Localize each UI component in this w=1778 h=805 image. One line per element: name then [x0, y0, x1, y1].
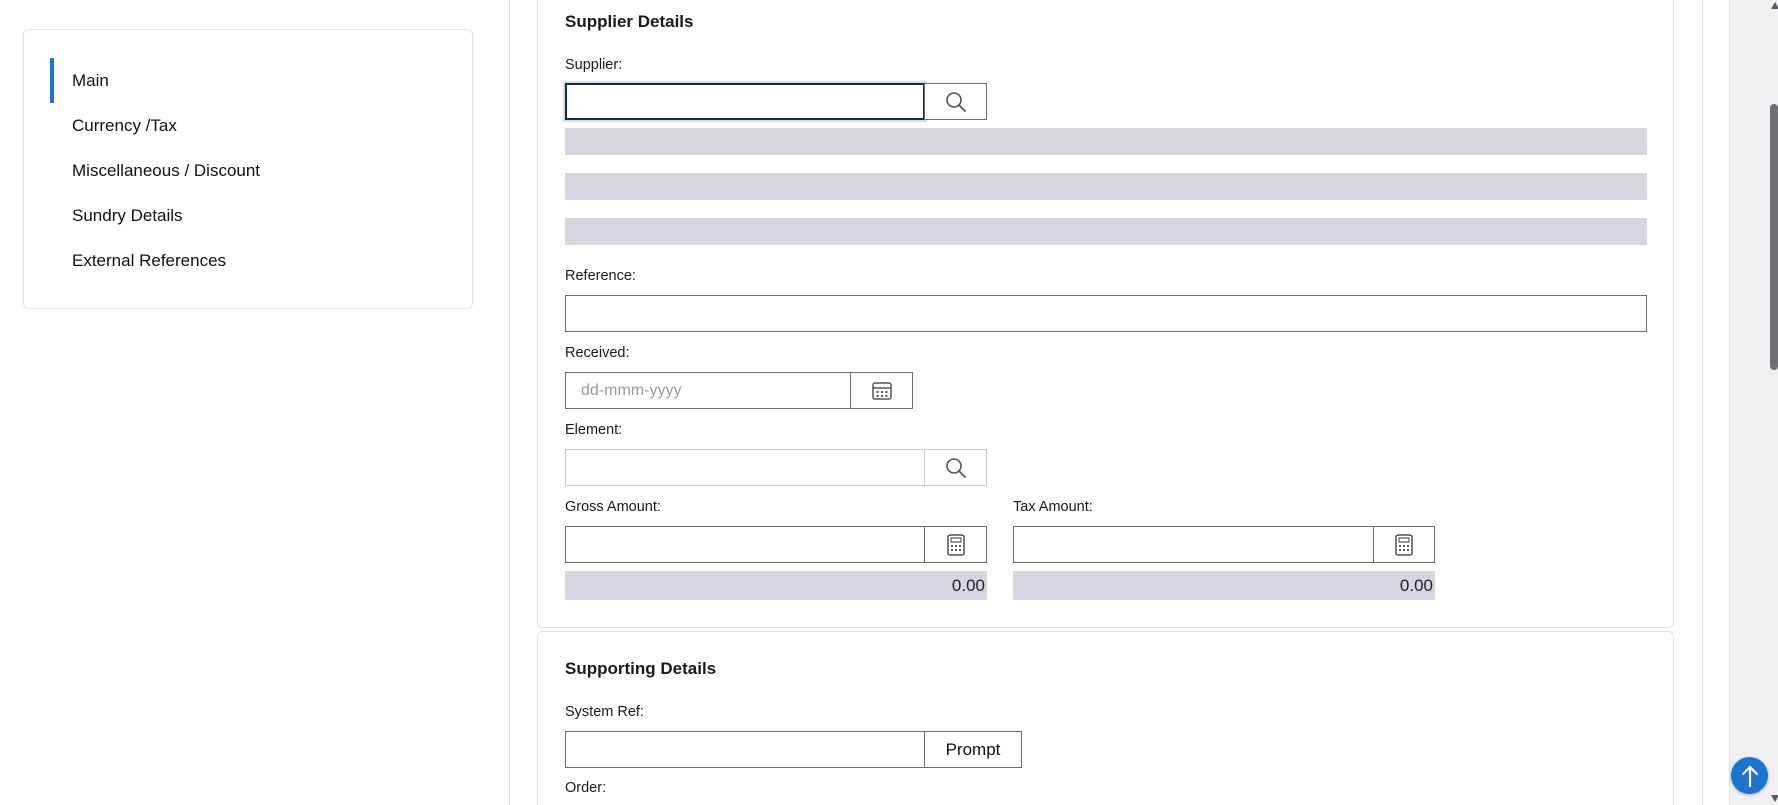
- received-calendar-button[interactable]: [850, 372, 913, 409]
- scroll-down-arrow-icon[interactable]: [1771, 795, 1778, 802]
- supplier-search-button[interactable]: [924, 83, 987, 120]
- nav-item-main[interactable]: Main: [50, 58, 260, 103]
- element-label: Element:: [565, 422, 623, 438]
- gross-amount-label: Gross Amount:: [565, 499, 661, 515]
- search-icon: [945, 457, 966, 478]
- gross-amount-calculator-button[interactable]: [924, 526, 987, 563]
- system-ref-input[interactable]: [565, 731, 925, 768]
- element-search-button[interactable]: [924, 449, 987, 486]
- element-input[interactable]: [565, 449, 925, 486]
- supplier-info-line-1: [565, 128, 1647, 155]
- supporting-details-card: Supporting Details System Ref: Prompt Or…: [537, 631, 1674, 805]
- nav-item-miscellaneous-discount[interactable]: Miscellaneous / Discount: [50, 148, 260, 193]
- tax-amount-calculator-button[interactable]: [1373, 526, 1435, 563]
- calendar-icon: [871, 381, 892, 400]
- received-date-input[interactable]: [565, 372, 851, 409]
- supplier-label: Supplier:: [565, 57, 623, 73]
- supplier-details-title: Supplier Details: [565, 12, 694, 31]
- received-label: Received:: [565, 345, 630, 361]
- tax-amount-label: Tax Amount:: [1013, 499, 1093, 515]
- order-label: Order:: [565, 780, 607, 796]
- prompt-button[interactable]: Prompt: [924, 731, 1022, 768]
- calculator-icon: [1395, 533, 1413, 556]
- gross-amount-total: 0.00: [565, 571, 987, 600]
- nav-item-currency-tax[interactable]: Currency /Tax: [50, 103, 260, 148]
- main-content: Supplier Details Supplier: Reference: Re…: [509, 0, 1703, 805]
- calculator-icon: [946, 533, 965, 556]
- back-to-top-button[interactable]: [1731, 757, 1768, 794]
- scroll-up-arrow-icon[interactable]: [1771, 2, 1778, 9]
- arrow-up-icon: [1741, 765, 1758, 787]
- supplier-input[interactable]: [565, 83, 925, 120]
- nav-item-external-references[interactable]: External References: [50, 238, 260, 283]
- supplier-info-line-2: [565, 173, 1647, 200]
- supporting-details-title: Supporting Details: [565, 659, 717, 678]
- search-icon: [945, 91, 966, 112]
- nav-item-sundry-details[interactable]: Sundry Details: [50, 193, 260, 238]
- section-nav-card: Main Currency /Tax Miscellaneous / Disco…: [23, 29, 473, 309]
- page-scrollbar-thumb[interactable]: [1770, 104, 1778, 370]
- tax-amount-total: 0.00: [1013, 571, 1435, 600]
- system-ref-label: System Ref:: [565, 704, 644, 720]
- tax-amount-input[interactable]: [1013, 526, 1374, 563]
- reference-label: Reference:: [565, 268, 636, 284]
- gross-amount-input[interactable]: [565, 526, 925, 563]
- supplier-info-line-3: [565, 218, 1647, 245]
- reference-input[interactable]: [565, 295, 1647, 332]
- supplier-details-card: Supplier Details Supplier: Reference: Re…: [537, 0, 1674, 628]
- section-nav-list: Main Currency /Tax Miscellaneous / Disco…: [50, 58, 260, 283]
